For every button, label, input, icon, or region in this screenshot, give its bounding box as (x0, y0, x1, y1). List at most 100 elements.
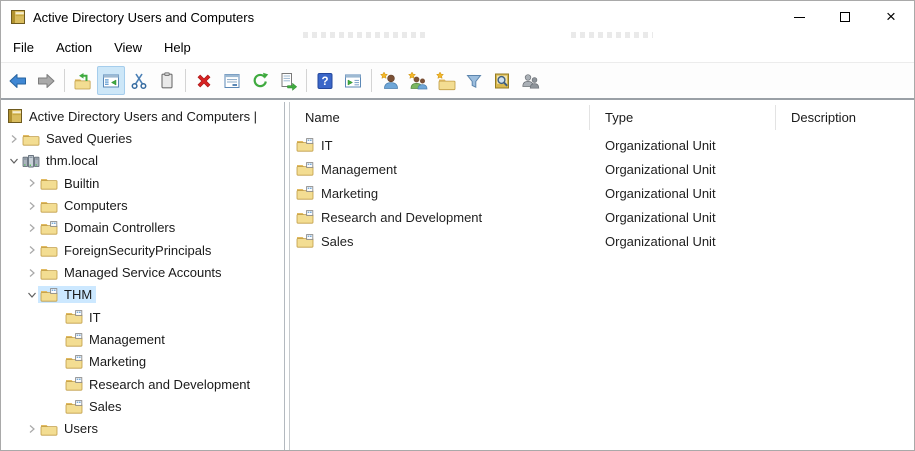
folder-icon (40, 176, 58, 190)
column-header-name[interactable]: Name (290, 105, 590, 130)
forward-icon (36, 71, 56, 91)
tree-item-builtin[interactable]: Builtin (1, 172, 284, 194)
maximize-icon (840, 12, 850, 22)
tree-item-label: Managed Service Accounts (64, 265, 222, 280)
special-permissions-button[interactable] (516, 66, 544, 95)
tree-item-managed-service-accounts[interactable]: Managed Service Accounts (1, 261, 284, 283)
list-row-management[interactable]: Management Organizational Unit (290, 157, 914, 181)
organizational-unit-icon (65, 355, 83, 369)
tree-item-label: Computers (64, 198, 128, 213)
folder-icon (40, 266, 58, 280)
tree-item-thm[interactable]: THM (1, 284, 284, 306)
row-name: Marketing (321, 186, 378, 201)
tree-item-label: thm.local (46, 153, 98, 168)
tree-item-label: Saved Queries (46, 131, 132, 146)
menu-file[interactable]: File (2, 35, 45, 60)
tree-item-foreign-security-principals[interactable]: ForeignSecurityPrincipals (1, 239, 284, 261)
properties-icon (222, 71, 242, 91)
back-button[interactable] (4, 66, 32, 95)
menu-view[interactable]: View (103, 35, 153, 60)
tree-item-saved-queries[interactable]: Saved Queries (1, 127, 284, 149)
tree-item-domain-controllers[interactable]: Domain Controllers (1, 217, 284, 239)
tree-item-label: THM (64, 287, 92, 302)
close-button[interactable]: × (868, 1, 914, 33)
app-icon[interactable] (10, 9, 26, 25)
new-user-icon (379, 71, 401, 91)
row-name: Sales (321, 234, 354, 249)
column-header-description[interactable]: Description (776, 105, 914, 130)
tree-item-computers[interactable]: Computers (1, 194, 284, 216)
tree-item-label: Management (89, 332, 165, 347)
back-icon (8, 71, 28, 91)
clipboard-icon (157, 71, 177, 91)
chevron-right-icon[interactable] (7, 134, 20, 144)
organizational-unit-icon (65, 310, 83, 324)
tree-item-it[interactable]: IT (1, 306, 284, 328)
column-header-type[interactable]: Type (590, 105, 776, 130)
menu-bar: File Action View Help (1, 33, 914, 63)
tree-item-label: IT (89, 310, 101, 325)
paste-button[interactable] (153, 66, 181, 95)
organizational-unit-icon (296, 138, 314, 152)
tree-item-label: Builtin (64, 176, 99, 191)
row-name: Research and Development (321, 210, 482, 225)
chevron-right-icon[interactable] (25, 201, 38, 211)
list-row-it[interactable]: IT Organizational Unit (290, 133, 914, 157)
tree-item-marketing[interactable]: Marketing (1, 351, 284, 373)
tree-item-users[interactable]: Users (1, 418, 284, 440)
special-permissions-icon (519, 71, 541, 91)
tree-item-root[interactable]: Active Directory Users and Computers | (1, 105, 284, 127)
toolbar-separator (371, 69, 372, 92)
tree-item-research-and-development[interactable]: Research and Development (1, 373, 284, 395)
tree-item-sales[interactable]: Sales (1, 395, 284, 417)
new-group-button[interactable] (404, 66, 432, 95)
list-row-sales[interactable]: Sales Organizational Unit (290, 229, 914, 253)
new-organizational-unit-button[interactable] (432, 66, 460, 95)
maximize-button[interactable] (822, 1, 868, 33)
folder-icon (40, 422, 58, 436)
forward-button[interactable] (32, 66, 60, 95)
tree-item-management[interactable]: Management (1, 328, 284, 350)
help-icon: ? (315, 71, 335, 91)
refresh-button[interactable] (246, 66, 274, 95)
console-tree-pane: Active Directory Users and Computers | S… (1, 102, 285, 450)
find-button[interactable] (488, 66, 516, 95)
chevron-right-icon[interactable] (25, 223, 38, 233)
list-row-marketing[interactable]: Marketing Organizational Unit (290, 181, 914, 205)
properties-button[interactable] (218, 66, 246, 95)
delete-button[interactable] (190, 66, 218, 95)
menu-help[interactable]: Help (153, 35, 202, 60)
new-user-button[interactable] (376, 66, 404, 95)
chevron-right-icon[interactable] (25, 245, 38, 255)
organizational-unit-icon (296, 234, 314, 248)
menu-action[interactable]: Action (45, 35, 103, 60)
chevron-right-icon[interactable] (25, 424, 38, 434)
export-list-button[interactable] (274, 66, 302, 95)
help-button[interactable]: ? (311, 66, 339, 95)
new-window-button[interactable] (339, 66, 367, 95)
tree-item-label: ForeignSecurityPrincipals (64, 243, 211, 258)
window-title: Active Directory Users and Computers (33, 10, 254, 25)
organizational-unit-icon (65, 333, 83, 347)
refresh-icon (250, 71, 270, 91)
filter-button[interactable] (460, 66, 488, 95)
delete-icon (194, 71, 214, 91)
row-name: IT (321, 138, 333, 153)
show-hide-console-tree-button[interactable] (97, 66, 125, 95)
chevron-down-icon[interactable] (25, 290, 38, 300)
directory-icon (7, 108, 23, 124)
new-organizational-unit-icon (435, 71, 457, 91)
up-one-level-icon (73, 71, 93, 91)
organizational-unit-icon (296, 186, 314, 200)
chevron-down-icon[interactable] (7, 156, 20, 166)
chevron-right-icon[interactable] (25, 268, 38, 278)
minimize-button[interactable] (776, 1, 822, 33)
list-row-research-and-development[interactable]: Research and Development Organizational … (290, 205, 914, 229)
tree-item-thm-local[interactable]: thm.local (1, 150, 284, 172)
organizational-unit-icon (40, 288, 58, 302)
cut-button[interactable] (125, 66, 153, 95)
row-type: Organizational Unit (590, 234, 776, 249)
up-one-level-button[interactable] (69, 66, 97, 95)
tree-item-label: Active Directory Users and Computers | (29, 109, 257, 124)
chevron-right-icon[interactable] (25, 178, 38, 188)
